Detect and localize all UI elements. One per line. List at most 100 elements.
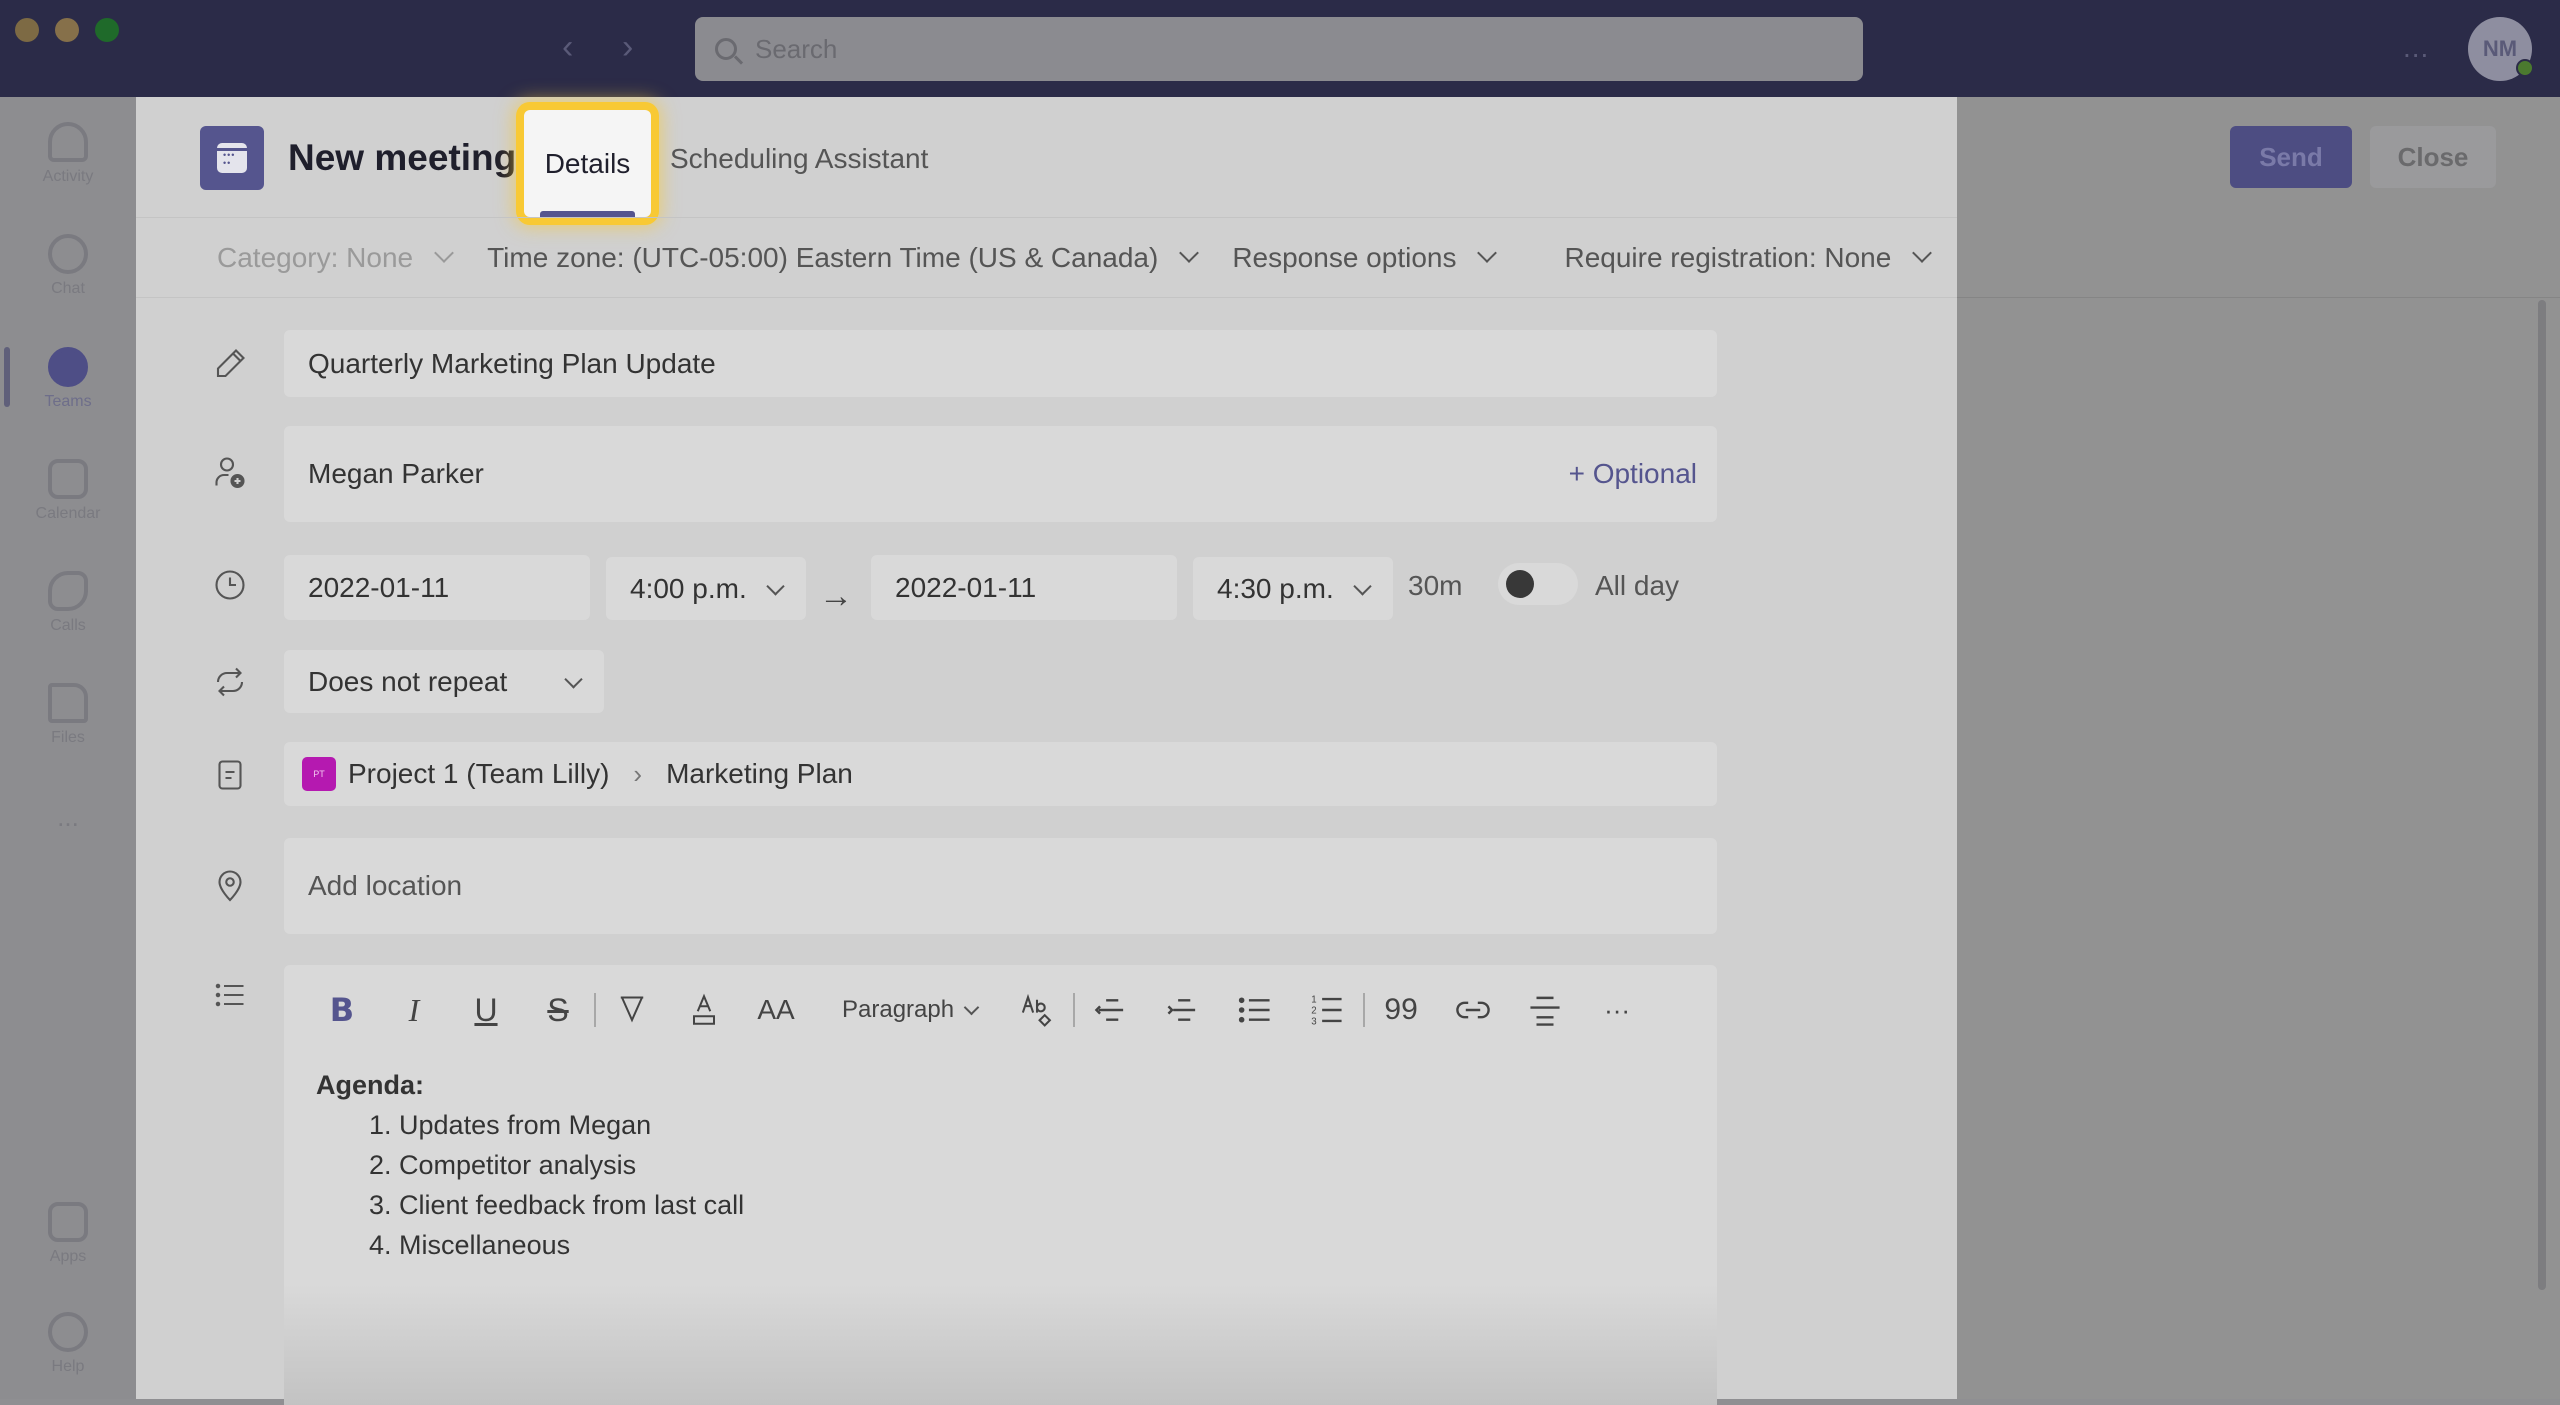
category-dropdown[interactable]: Category: None (217, 242, 455, 274)
pencil-icon (216, 349, 245, 378)
file-icon (48, 683, 88, 723)
registration-label: Require registration: None (1564, 241, 1892, 273)
rail-item-calendar[interactable]: Calendar (0, 459, 136, 523)
repeat-icon (216, 667, 244, 697)
rail-item-calls[interactable]: Calls (0, 571, 136, 635)
dimmed-background (1957, 97, 2560, 1399)
more-options-icon[interactable]: ... (2403, 32, 2429, 64)
scrollbar[interactable] (2538, 300, 2546, 1290)
clock-icon (215, 570, 245, 600)
quote-icon: 99 (1384, 993, 1418, 1026)
chevron-down-icon (1912, 242, 1933, 263)
align-button[interactable] (1509, 985, 1581, 1035)
more-formatting-button[interactable]: ··· (1581, 985, 1653, 1035)
response-options-label: Response options (1232, 241, 1457, 273)
channel-icon (218, 760, 242, 790)
all-day-toggle[interactable] (1498, 563, 1578, 605)
location-placeholder: Add location (308, 870, 463, 901)
close-button[interactable]: Close (2370, 126, 2496, 188)
attendee-name: Megan Parker (308, 458, 484, 489)
app-titlebar: ‹ › Search ... NM (0, 0, 2560, 97)
start-time-dropdown[interactable]: 4:00 p.m. (606, 557, 806, 620)
search-input[interactable]: Search (695, 17, 1863, 81)
window-close-button[interactable] (15, 18, 39, 42)
editor-bottom-shadow (284, 1285, 1717, 1405)
rail-item-apps[interactable]: Apps (0, 1202, 136, 1266)
strikethrough-button[interactable]: S (522, 985, 594, 1035)
team-avatar: PT (302, 757, 336, 791)
tab-details[interactable]: Details (524, 110, 651, 217)
divider (1957, 297, 2560, 298)
font-color-button[interactable] (668, 985, 740, 1035)
forward-arrow-icon[interactable]: › (622, 30, 633, 64)
bold-button[interactable]: B (306, 985, 378, 1035)
paragraph-style-dropdown[interactable]: Paragraph (818, 985, 1001, 1035)
description-editor[interactable]: B I U S AA Paragraph 1 2 3 99 ··· Agenda… (284, 965, 1717, 1405)
chevron-down-icon (434, 242, 455, 263)
send-button[interactable]: Send (2230, 126, 2352, 188)
bold-icon: B (329, 991, 355, 1029)
font-size-button[interactable]: AA (740, 985, 812, 1035)
rail-label: Files (51, 729, 85, 746)
window-maximize-button[interactable] (95, 18, 119, 42)
agenda-item: 2. Competitor analysis (369, 1150, 637, 1180)
add-optional-attendees-link[interactable]: + Optional (1569, 458, 1697, 490)
italic-button[interactable]: I (378, 985, 450, 1035)
decrease-indent-icon (1094, 999, 1124, 1021)
meeting-title-input[interactable]: Quarterly Marketing Plan Update (284, 330, 1717, 397)
repeat-dropdown[interactable]: Does not repeat (284, 650, 604, 713)
avatar-initials: NM (2482, 36, 2518, 61)
rail-item-activity[interactable]: Activity (0, 122, 136, 186)
end-time-dropdown[interactable]: 4:30 p.m. (1193, 557, 1393, 620)
location-input[interactable]: Add location (284, 838, 1717, 934)
insert-link-button[interactable] (1437, 985, 1509, 1035)
time-zone-dropdown[interactable]: Time zone: (UTC-05:00) Eastern Time (US … (487, 242, 1200, 274)
window-minimize-button[interactable] (55, 18, 79, 42)
rail-item-more[interactable]: ... (0, 802, 136, 833)
rail-label: Calendar (35, 505, 101, 522)
underline-button[interactable]: U (450, 985, 522, 1035)
arrow-right-icon: → (819, 577, 853, 615)
numbered-list-button[interactable]: 123 (1291, 985, 1363, 1035)
agenda-item: 3. Client feedback from last call (369, 1190, 745, 1220)
rail-item-teams[interactable]: Teams (0, 347, 136, 411)
response-options-dropdown[interactable]: Response options (1232, 241, 1498, 274)
avatar[interactable]: NM (2468, 17, 2534, 81)
clear-formatting-button[interactable] (1001, 985, 1073, 1035)
back-arrow-icon[interactable]: ‹ (562, 30, 573, 64)
chevron-down-icon (1477, 242, 1498, 263)
rail-item-help[interactable]: Help (0, 1312, 136, 1376)
start-date-picker[interactable]: 2022-01-11 (284, 555, 590, 620)
font-color-icon (693, 993, 715, 1025)
tab-label: Details (544, 147, 631, 179)
rail-item-chat[interactable]: Chat (0, 234, 136, 298)
meeting-title-value: Quarterly Marketing Plan Update (308, 347, 716, 379)
help-icon (48, 1312, 88, 1352)
clear-formatting-icon (1021, 993, 1052, 1027)
highlight-button[interactable] (596, 985, 668, 1035)
svg-text:1: 1 (1311, 995, 1316, 1006)
channel-selector[interactable]: PT Project 1 (Team Lilly) › Marketing Pl… (284, 742, 1717, 806)
link-icon (1456, 1001, 1490, 1019)
registration-dropdown[interactable]: Require registration: None (1564, 241, 1933, 274)
rail-label: Activity (42, 168, 94, 185)
chat-icon (48, 234, 88, 274)
bulleted-list-button[interactable] (1219, 985, 1291, 1035)
description-body[interactable]: Agenda: 1. Updates from Megan 2. Competi… (316, 1065, 744, 1265)
location-pin-icon (218, 870, 242, 902)
teams-icon (48, 347, 88, 387)
svg-text:2: 2 (1311, 1006, 1316, 1017)
channel-name: Marketing Plan (666, 758, 853, 789)
decrease-indent-button[interactable] (1075, 985, 1147, 1035)
tab-scheduling-assistant[interactable]: Scheduling Assistant (670, 143, 928, 175)
chevron-down-icon (564, 669, 583, 689)
end-date-picker[interactable]: 2022-01-11 (871, 555, 1177, 620)
chevron-down-icon (963, 999, 980, 1015)
quote-button[interactable]: 99 (1365, 985, 1437, 1035)
numbered-list-icon: 123 (1311, 995, 1342, 1027)
increase-indent-button[interactable] (1147, 985, 1219, 1035)
chevron-down-icon (1353, 576, 1372, 596)
attendees-input[interactable]: Megan Parker + Optional (284, 426, 1717, 522)
rail-item-files[interactable]: Files (0, 683, 136, 747)
chevron-right-icon: › (633, 758, 643, 789)
